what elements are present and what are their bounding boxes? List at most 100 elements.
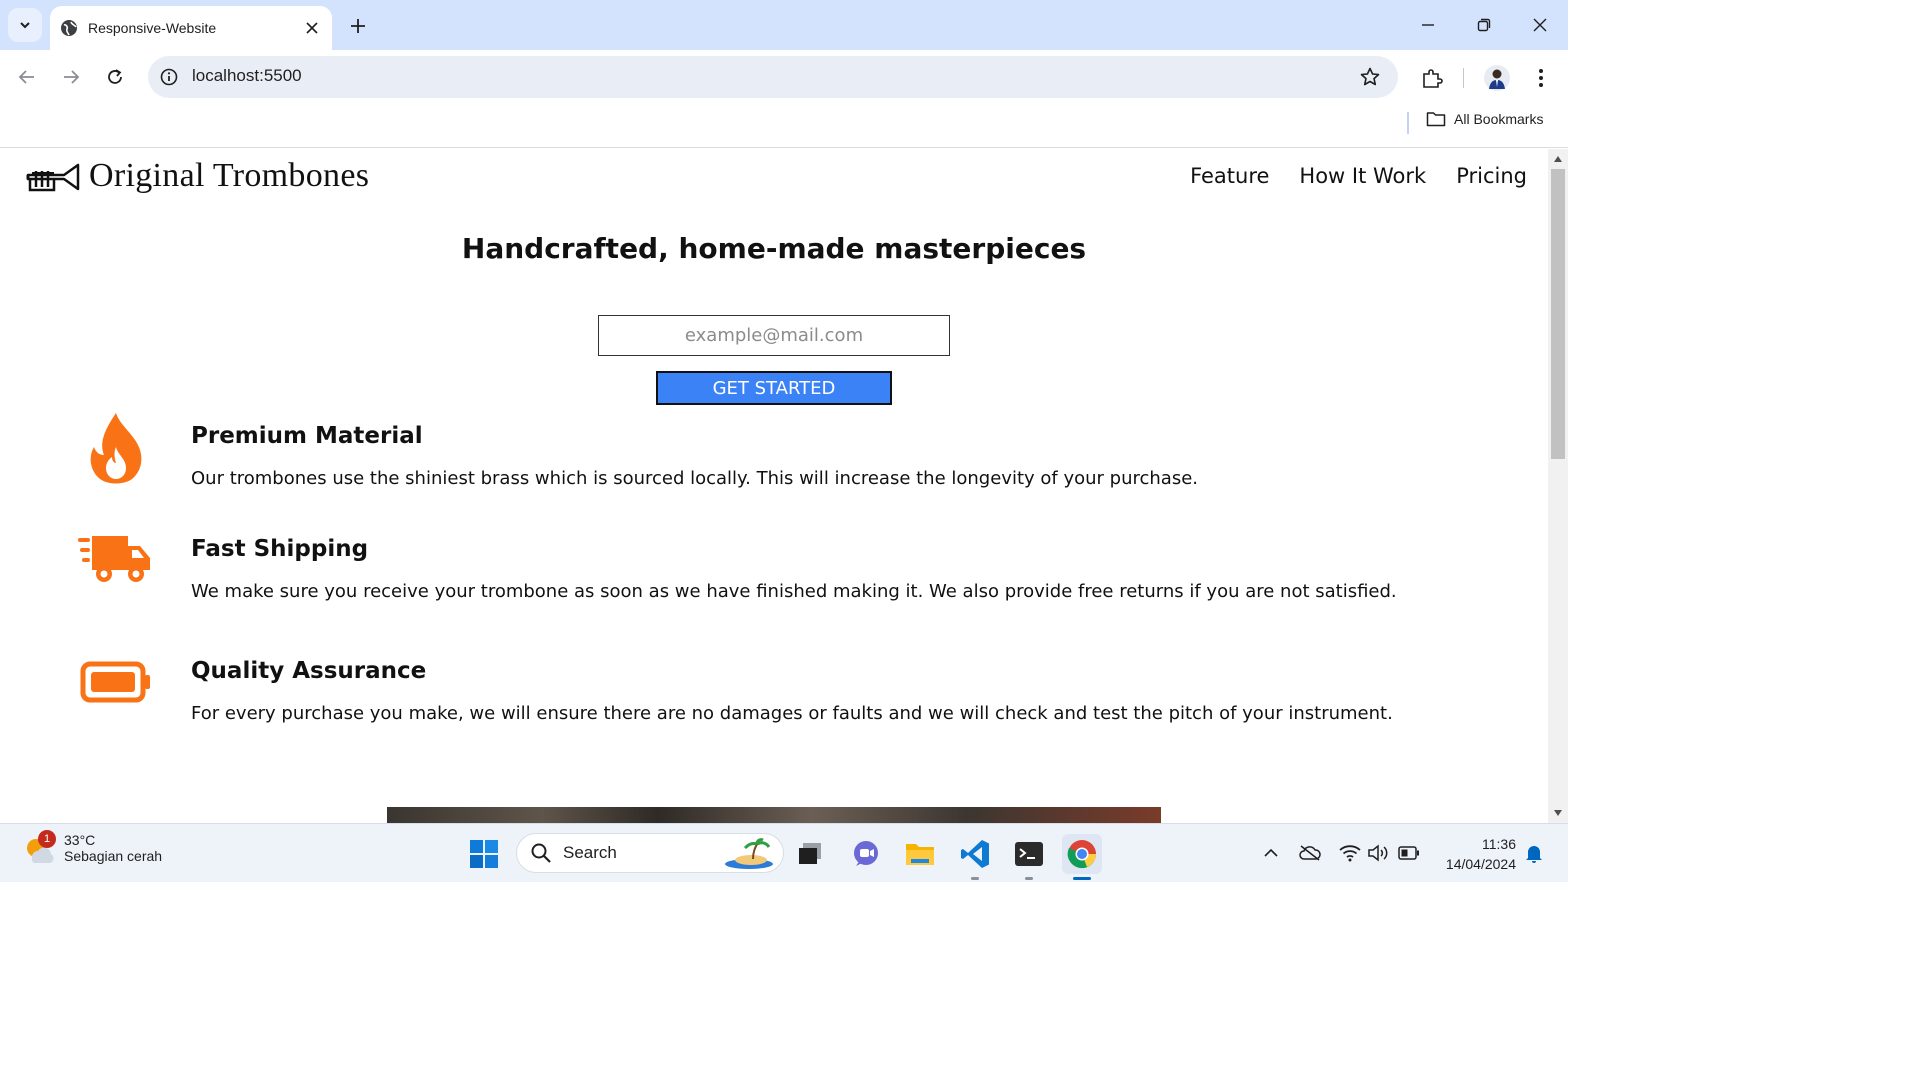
feature-text: Our trombones use the shiniest brass whi… bbox=[191, 468, 1199, 489]
onedrive-icon[interactable] bbox=[1297, 840, 1323, 866]
search-label: Search bbox=[563, 843, 617, 862]
bookmark-star-icon[interactable] bbox=[1358, 65, 1382, 89]
task-view-icon bbox=[799, 843, 821, 864]
globe-icon bbox=[60, 19, 78, 37]
weather-notification-badge: 1 bbox=[38, 830, 56, 848]
scrollbar-thumb[interactable] bbox=[1551, 169, 1565, 459]
bookmarks-bar: All Bookmarks bbox=[0, 104, 1568, 148]
trombone-logo-icon bbox=[26, 163, 80, 192]
scroll-up-arrow-icon[interactable] bbox=[1548, 151, 1568, 167]
site-header: Original Trombones Feature How It Work P… bbox=[0, 149, 1548, 209]
arrow-right-icon bbox=[64, 70, 80, 84]
start-button[interactable] bbox=[464, 834, 504, 874]
task-view-button[interactable] bbox=[790, 834, 830, 874]
feature-title: Premium Material bbox=[191, 423, 423, 449]
tab-search-button[interactable] bbox=[8, 8, 42, 42]
taskbar-search[interactable]: Search bbox=[516, 833, 784, 873]
site-title: Original Trombones bbox=[89, 157, 370, 194]
battery-icon bbox=[78, 644, 154, 720]
running-indicator bbox=[1025, 877, 1033, 880]
clock-date: 14/04/2024 bbox=[1445, 856, 1516, 872]
extensions-button[interactable] bbox=[1417, 63, 1447, 93]
running-indicator bbox=[971, 877, 979, 880]
system-clock[interactable]: 11:36 14/04/2024 bbox=[1432, 834, 1516, 874]
vscode-button[interactable] bbox=[955, 834, 995, 880]
file-explorer-button[interactable] bbox=[900, 834, 940, 874]
show-hidden-icons-button[interactable] bbox=[1258, 840, 1284, 866]
folder-icon bbox=[1426, 112, 1446, 127]
email-field[interactable] bbox=[598, 315, 950, 356]
minimize-icon bbox=[1422, 24, 1434, 26]
page-scrollbar[interactable] bbox=[1548, 149, 1568, 823]
terminal-button[interactable] bbox=[1009, 834, 1049, 880]
running-indicator bbox=[1073, 877, 1091, 880]
page-viewport: Original Trombones Feature How It Work P… bbox=[0, 149, 1548, 823]
all-bookmarks-button[interactable]: All Bookmarks bbox=[1426, 111, 1543, 127]
plus-icon bbox=[351, 19, 365, 33]
chevron-up-icon bbox=[1264, 848, 1278, 857]
feature-text: We make sure you receive your trombone a… bbox=[191, 581, 1397, 602]
chevron-down-icon bbox=[20, 22, 30, 29]
os-taskbar: 1 33°C Sebagian cerah Search 11:36 14/04… bbox=[0, 823, 1568, 882]
search-icon bbox=[531, 843, 551, 863]
restore-icon bbox=[1477, 18, 1491, 32]
browser-tab-bar: Responsive-Website bbox=[0, 0, 1568, 50]
close-icon bbox=[1533, 18, 1547, 32]
folder-icon bbox=[906, 844, 934, 865]
arrow-left-icon bbox=[18, 70, 34, 84]
forward-button[interactable] bbox=[55, 61, 87, 93]
chrome-icon bbox=[1067, 840, 1096, 869]
island-illustration-icon bbox=[725, 838, 773, 869]
address-bar[interactable]: localhost:5500 bbox=[148, 56, 1398, 98]
toolbar-separator bbox=[1463, 68, 1464, 88]
clock-time: 11:36 bbox=[1482, 836, 1516, 852]
nav-link-pricing[interactable]: Pricing bbox=[1456, 164, 1527, 188]
weather-icon: 1 bbox=[22, 830, 56, 866]
windows-logo-icon bbox=[470, 840, 498, 868]
nav-link-how-it-work[interactable]: How It Work bbox=[1299, 164, 1426, 188]
avatar-icon bbox=[1484, 65, 1510, 91]
feature-title: Fast Shipping bbox=[191, 536, 369, 562]
all-bookmarks-label: All Bookmarks bbox=[1454, 111, 1544, 127]
fire-icon bbox=[78, 411, 154, 487]
get-started-button[interactable]: GET STARTED bbox=[656, 371, 892, 405]
hero-title: Handcrafted, home-made masterpieces bbox=[461, 232, 1087, 265]
browser-toolbar: localhost:5500 bbox=[0, 50, 1568, 104]
restore-button[interactable] bbox=[1456, 0, 1512, 50]
weather-widget[interactable]: 1 33°C Sebagian cerah bbox=[22, 830, 163, 866]
truck-icon bbox=[78, 520, 154, 596]
chat-icon bbox=[854, 841, 878, 866]
weather-temperature: 33°C bbox=[64, 832, 96, 848]
volume-icon[interactable] bbox=[1365, 840, 1391, 866]
nav-link-feature[interactable]: Feature bbox=[1190, 164, 1269, 188]
close-tab-icon[interactable] bbox=[300, 16, 324, 40]
url-text: localhost:5500 bbox=[192, 66, 302, 85]
close-window-button[interactable] bbox=[1512, 0, 1568, 50]
notification-bell-icon[interactable] bbox=[1521, 840, 1547, 866]
feature-text: For every purchase you make, we will ens… bbox=[191, 703, 1393, 724]
minimize-button[interactable] bbox=[1400, 0, 1456, 50]
new-tab-button[interactable] bbox=[344, 12, 372, 40]
browser-menu-button[interactable] bbox=[1526, 63, 1556, 93]
reload-icon bbox=[108, 69, 122, 84]
teams-chat-button[interactable] bbox=[846, 834, 886, 874]
kebab-menu-icon bbox=[1539, 69, 1543, 87]
tab-title: Responsive-Website bbox=[88, 20, 217, 36]
back-button[interactable] bbox=[11, 61, 43, 93]
chrome-button[interactable] bbox=[1062, 834, 1102, 880]
reload-button[interactable] bbox=[99, 61, 131, 93]
scroll-down-arrow-icon[interactable] bbox=[1548, 805, 1568, 821]
bookmarks-separator bbox=[1407, 112, 1409, 134]
browser-tab[interactable]: Responsive-Website bbox=[50, 6, 332, 50]
site-nav: Feature How It Work Pricing bbox=[1190, 164, 1527, 188]
wifi-icon[interactable] bbox=[1337, 840, 1363, 866]
battery-status-icon[interactable] bbox=[1396, 840, 1422, 866]
weather-condition: Sebagian cerah bbox=[64, 848, 163, 864]
feature-title: Quality Assurance bbox=[191, 658, 427, 684]
puzzle-icon bbox=[1423, 69, 1443, 88]
profile-avatar[interactable] bbox=[1482, 63, 1512, 93]
terminal-icon bbox=[1015, 842, 1043, 866]
site-info-icon[interactable] bbox=[158, 66, 180, 88]
video-embed[interactable] bbox=[387, 807, 1161, 823]
vscode-icon bbox=[961, 840, 989, 868]
